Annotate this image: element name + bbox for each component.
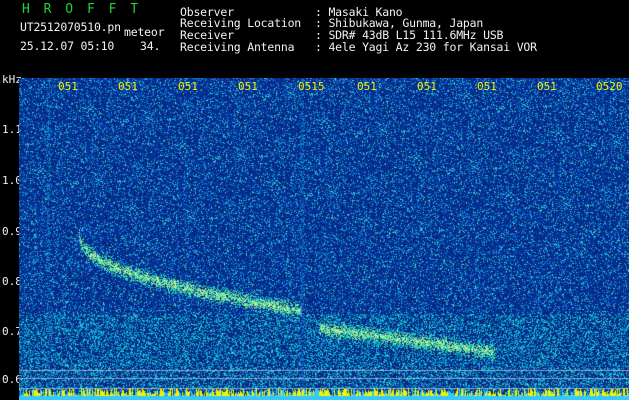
file-name: UT2512070510.pn xyxy=(20,20,121,34)
x-tick-2: 051 xyxy=(118,80,138,93)
x-tick-5: 0515 xyxy=(298,80,325,93)
label-antenna: Receiving Antenna xyxy=(180,40,295,54)
frame-number: 34. xyxy=(140,39,161,53)
x-tick-1: 051 xyxy=(58,80,78,93)
file-suffix: meteor xyxy=(124,25,165,39)
x-tick-10: 0520 xyxy=(596,80,623,93)
value-antenna: : 4ele Yagi Az 230 for Kansai VOR xyxy=(315,40,537,54)
header-panel: H R O F F T UT2512070510.pn meteor 25.12… xyxy=(0,0,629,75)
x-tick-4: 051 xyxy=(238,80,258,93)
waterfall-spectrogram xyxy=(19,78,629,400)
x-tick-7: 051 xyxy=(417,80,437,93)
app-title: H R O F F T xyxy=(22,2,142,17)
x-tick-9: 051 xyxy=(537,80,557,93)
x-tick-6: 051 xyxy=(357,80,377,93)
x-tick-8: 051 xyxy=(477,80,497,93)
x-tick-3: 051 xyxy=(178,80,198,93)
date-time: 25.12.07 05:10 xyxy=(20,39,115,53)
